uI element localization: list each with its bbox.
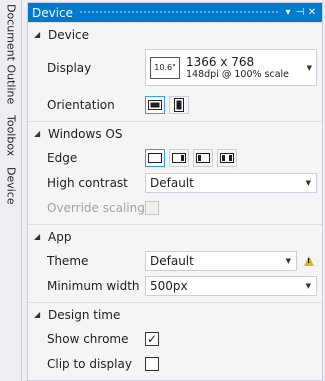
orientation-row: Orientation	[28, 89, 322, 121]
chevron-down-icon: ▼	[305, 281, 311, 290]
tab-label: Device	[4, 167, 18, 205]
theme-select[interactable]: Default ▼	[145, 250, 297, 271]
show-chrome-row: Show chrome ✓	[28, 326, 322, 351]
triangle-down-icon: ◢	[34, 310, 41, 319]
portrait-icon	[174, 98, 184, 112]
min-width-select[interactable]: 500px ▼	[145, 275, 317, 296]
high-contrast-select[interactable]: Default ▼	[145, 172, 317, 193]
section-title: Device	[48, 27, 90, 42]
edge-right-icon	[172, 152, 186, 163]
warning-icon: !	[304, 255, 314, 266]
display-resolution: 1366 x 768	[186, 55, 255, 69]
show-chrome-checkbox[interactable]: ✓	[145, 331, 159, 346]
min-width-label: Minimum width	[47, 278, 140, 293]
panel-title: Device	[32, 5, 74, 20]
edge-none-icon	[148, 152, 162, 163]
edge-both-button[interactable]	[217, 148, 237, 167]
override-scaling-checkbox[interactable]	[145, 200, 159, 215]
titlebar-grip[interactable]	[79, 10, 278, 15]
checkmark-icon: ✓	[146, 331, 158, 346]
display-row: Display 10.6" 1366 x 768 148dpi @ 100% s…	[28, 46, 322, 89]
override-scaling-label: Override scaling	[47, 200, 145, 215]
tab-device[interactable]: Device	[0, 166, 22, 206]
clip-to-display-row: Clip to display	[28, 351, 322, 376]
edge-left-button[interactable]	[193, 148, 213, 167]
show-chrome-label: Show chrome	[47, 331, 129, 346]
tab-document-outline[interactable]: Document Outline	[0, 4, 22, 104]
edge-none-button[interactable]	[145, 148, 165, 167]
display-size: 10.6"	[154, 63, 176, 72]
tab-label: Toolbox	[4, 115, 18, 157]
triangle-down-icon: ◢	[34, 232, 41, 241]
clip-to-display-label: Clip to display	[47, 356, 132, 371]
landscape-icon	[148, 100, 162, 110]
section-title: Windows OS	[48, 126, 123, 141]
section-app-header[interactable]: ◢ App	[28, 224, 322, 248]
clip-to-display-checkbox[interactable]	[145, 356, 159, 371]
edge-left-icon	[196, 152, 210, 163]
select-value: 500px	[150, 278, 188, 293]
select-value: Default	[150, 175, 194, 190]
min-width-row: Minimum width 500px ▼	[28, 273, 322, 298]
section-design-time-header[interactable]: ◢ Design time	[28, 302, 322, 326]
pin-icon[interactable]: ⊣	[294, 6, 306, 20]
select-value: Default	[150, 253, 194, 268]
chevron-down-icon: ▼	[306, 63, 312, 72]
device-panel: Device ▾ ⊣ ✕ ◢ Device Display 10.6" 1366…	[27, 2, 323, 381]
theme-row: Theme Default ▼ !	[28, 248, 322, 273]
tab-toolbox[interactable]: Toolbox	[0, 108, 22, 164]
side-tab-strip: Document Outline Toolbox Device	[0, 0, 22, 381]
override-scaling-row: Override scaling	[28, 195, 322, 220]
window-position-icon[interactable]: ▾	[282, 6, 294, 20]
theme-label: Theme	[47, 253, 89, 268]
section-title: Design time	[48, 307, 121, 322]
close-icon[interactable]: ✕	[306, 6, 318, 20]
display-select[interactable]: 10.6" 1366 x 768 148dpi @ 100% scale ▼	[145, 49, 317, 86]
edge-row: Edge	[28, 145, 322, 170]
edge-right-button[interactable]	[169, 148, 189, 167]
section-title: App	[48, 229, 72, 244]
chevron-down-icon: ▼	[305, 178, 311, 187]
section-windows-os-header[interactable]: ◢ Windows OS	[28, 121, 322, 145]
display-detail: 148dpi @ 100% scale	[186, 69, 290, 80]
panel-titlebar[interactable]: Device ▾ ⊣ ✕	[28, 3, 322, 22]
triangle-down-icon: ◢	[34, 30, 41, 39]
landscape-orientation-button[interactable]	[145, 96, 165, 114]
edge-label: Edge	[47, 150, 78, 165]
portrait-orientation-button[interactable]	[169, 96, 189, 114]
high-contrast-row: High contrast Default ▼	[28, 170, 322, 195]
tab-label: Document Outline	[4, 3, 18, 105]
edge-both-icon	[220, 152, 234, 163]
orientation-label: Orientation	[47, 98, 115, 112]
section-device-header[interactable]: ◢ Device	[28, 22, 322, 46]
triangle-down-icon: ◢	[34, 129, 41, 138]
high-contrast-label: High contrast	[47, 175, 128, 190]
chevron-down-icon: ▼	[285, 256, 291, 265]
tablet-icon: 10.6"	[150, 56, 180, 79]
display-label: Display	[47, 60, 92, 75]
